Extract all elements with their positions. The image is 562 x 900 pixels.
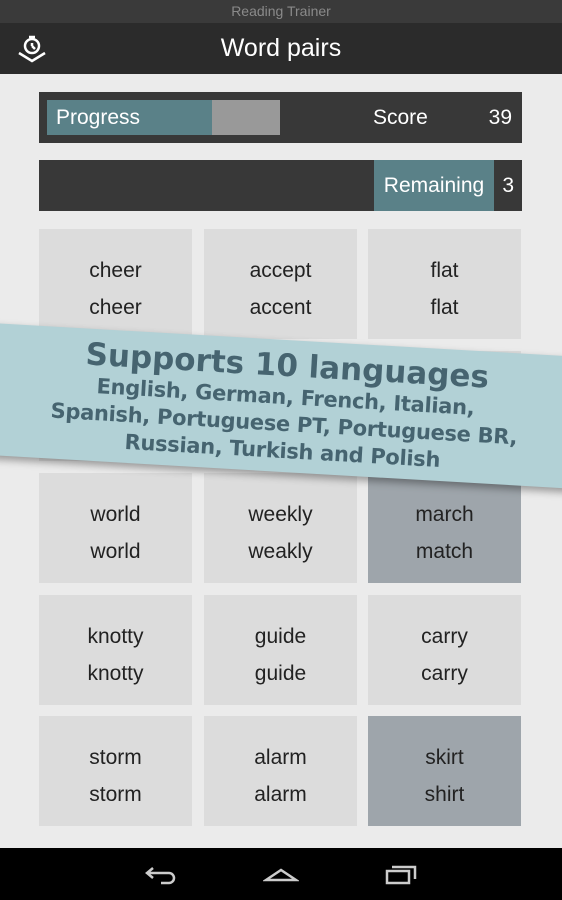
word-bottom: flat — [430, 296, 459, 319]
remaining-bar: Remaining 3 — [39, 160, 522, 211]
page-title: Word pairs — [220, 34, 342, 62]
word-top: guide — [254, 625, 307, 648]
word-bottom: cheer — [89, 296, 142, 319]
word-pair-cell[interactable]: world world — [39, 473, 192, 583]
word-pair-cell[interactable]: alarm alarm — [204, 716, 357, 826]
word-pair-cell[interactable]: flat flat — [368, 229, 521, 339]
word-top: march — [415, 503, 474, 526]
word-bottom: storm — [89, 783, 142, 806]
word-bottom: guide — [254, 662, 307, 685]
score-value: 39 — [488, 106, 512, 129]
remaining-label: Remaining — [374, 160, 494, 211]
word-top: alarm — [254, 746, 307, 769]
word-bottom: world — [90, 540, 141, 563]
word-pair-cell[interactable]: accept accent — [204, 229, 357, 339]
word-pair-cell[interactable]: storm storm — [39, 716, 192, 826]
word-top: weekly — [248, 503, 313, 526]
progress-bar: Progress — [47, 100, 280, 135]
word-bottom: shirt — [424, 783, 465, 806]
word-top: accept — [249, 259, 312, 282]
word-bottom: match — [415, 540, 474, 563]
remaining-value: 3 — [502, 174, 514, 197]
word-bottom: accent — [249, 296, 312, 319]
word-pair-cell[interactable]: knotty knotty — [39, 595, 192, 705]
word-top: world — [90, 503, 141, 526]
word-top: skirt — [425, 746, 464, 769]
window-title: Reading Trainer — [0, 0, 562, 23]
back-icon[interactable] — [143, 862, 179, 886]
progress-score-bar: Progress Score 39 — [39, 92, 522, 143]
word-pair-cell[interactable]: march match — [368, 473, 521, 583]
word-bottom: carry — [421, 662, 468, 685]
word-bottom: knotty — [87, 662, 144, 685]
word-top: carry — [421, 625, 468, 648]
score-label: Score — [373, 106, 428, 129]
languages-banner: Supports 10 languages English, German, F… — [0, 322, 562, 490]
word-pair-cell[interactable]: guide guide — [204, 595, 357, 705]
word-top: cheer — [89, 259, 142, 282]
recent-apps-icon[interactable] — [383, 862, 419, 886]
word-pair-cell[interactable]: skirt shirt — [368, 716, 521, 826]
home-icon[interactable] — [263, 862, 299, 886]
word-bottom: weakly — [248, 540, 313, 563]
word-pair-cell[interactable]: carry carry — [368, 595, 521, 705]
word-top: storm — [89, 746, 142, 769]
system-nav-bar — [0, 848, 562, 900]
action-bar: Word pairs — [0, 23, 562, 74]
word-bottom: alarm — [254, 783, 307, 806]
progress-label: Progress — [56, 106, 141, 129]
word-pair-cell[interactable]: weekly weakly — [204, 473, 357, 583]
word-pair-cell[interactable]: cheer cheer — [39, 229, 192, 339]
word-top: knotty — [87, 625, 144, 648]
word-top: flat — [430, 259, 459, 282]
